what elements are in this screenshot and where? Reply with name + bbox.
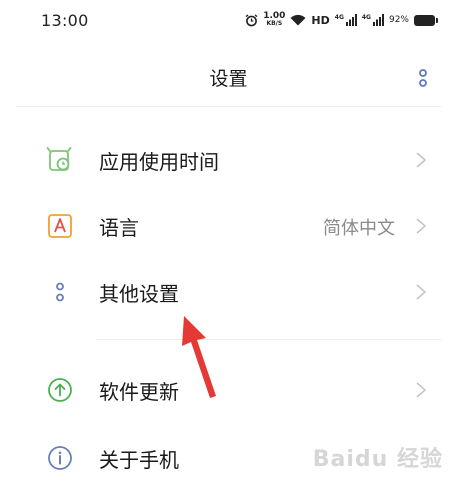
- app-usage-timer-icon: [46, 147, 72, 171]
- network-speed-value: 1.00: [263, 11, 286, 21]
- settings-item-language[interactable]: 语言 简体中文: [0, 196, 457, 256]
- watermark: Baidu 经验: [312, 447, 443, 472]
- header-divider: [16, 106, 441, 107]
- settings-item-label: 其他设置: [99, 282, 179, 306]
- settings-item-label: 语言: [99, 216, 139, 240]
- network-speed-unit: KB/S: [266, 20, 283, 27]
- status-time: 13:00: [41, 11, 89, 30]
- settings-item-label: 关于手机: [99, 448, 179, 472]
- hd-voice-badge: HD: [311, 13, 330, 27]
- info-icon: [48, 446, 72, 470]
- settings-item-other-settings[interactable]: 其他设置: [0, 262, 457, 322]
- settings-item-app-usage-time[interactable]: 应用使用时间: [0, 130, 457, 190]
- signal-icon: [345, 14, 357, 26]
- update-arrow-icon: [48, 378, 72, 402]
- signal-icon: [372, 14, 384, 26]
- chevron-right-icon: [416, 152, 427, 168]
- sim1-network-type: 4G: [334, 14, 344, 21]
- more-settings-icon: [56, 282, 64, 302]
- language-current-value: 简体中文: [323, 218, 395, 239]
- network-speed: 1.00 KB/S: [263, 12, 285, 28]
- chevron-right-icon: [416, 284, 427, 300]
- settings-screen: 13:00 1.00 KB/S HD 4G 4G 92% 设置 应用使用时间 语…: [0, 0, 457, 491]
- section-divider: [96, 339, 441, 340]
- sim2-signal: 4G: [362, 14, 384, 26]
- language-icon: [48, 214, 72, 238]
- status-icons: 1.00 KB/S HD 4G 4G 92%: [245, 10, 438, 30]
- wifi-icon: [290, 14, 306, 26]
- alarm-icon: [245, 13, 258, 26]
- sim2-network-type: 4G: [361, 14, 371, 21]
- settings-item-software-update[interactable]: 软件更新: [0, 360, 457, 420]
- settings-item-label: 应用使用时间: [99, 150, 219, 174]
- sim1-signal: 4G: [335, 14, 357, 26]
- battery-percent: 92%: [388, 15, 409, 25]
- chevron-right-icon: [416, 218, 427, 234]
- battery-icon: [414, 14, 438, 26]
- chevron-right-icon: [416, 382, 427, 398]
- settings-item-label: 软件更新: [99, 380, 179, 404]
- more-dots-icon[interactable]: [418, 68, 428, 88]
- title-bar: 设置: [0, 54, 457, 98]
- status-bar: 13:00 1.00 KB/S HD 4G 4G 92%: [0, 0, 457, 42]
- page-title: 设置: [209, 68, 248, 90]
